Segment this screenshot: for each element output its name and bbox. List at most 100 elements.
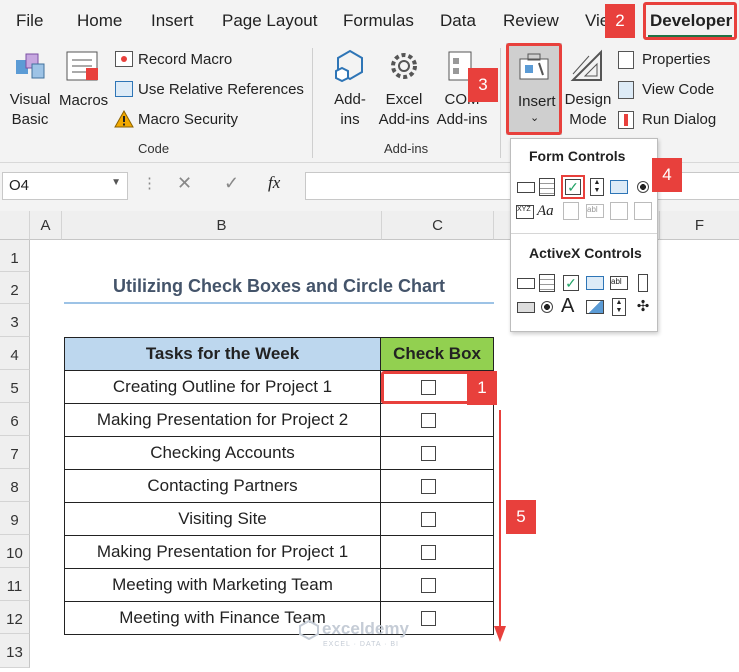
button-control-icon[interactable]	[515, 177, 535, 197]
list-box-icon[interactable]	[585, 273, 605, 293]
run-dialog-button[interactable]: Run Dialog	[642, 111, 716, 128]
task-cell[interactable]: Creating Outline for Project 1	[64, 370, 381, 404]
more-options-icon: ⋮	[142, 175, 157, 192]
first-checkbox-highlight	[381, 371, 473, 404]
row-header[interactable]: 3	[0, 304, 30, 337]
option-button-icon[interactable]	[537, 297, 557, 317]
visual-basic-line1: Visual	[9, 91, 51, 108]
task-checkbox[interactable]	[421, 611, 436, 626]
insert-function-button[interactable]: fx	[268, 173, 280, 193]
header-tasks: Tasks for the Week	[64, 337, 381, 371]
enter-icon[interactable]: ✓	[224, 173, 239, 194]
combo-drop-down-edit-control-icon[interactable]	[633, 201, 653, 221]
spin-button-control-icon[interactable]: ▲ ▼	[587, 177, 607, 197]
task-checkbox[interactable]	[421, 578, 436, 593]
activex-controls-heading: ActiveX Controls	[529, 245, 642, 261]
excel-add-ins-label[interactable]: Excel Add-ins	[376, 90, 432, 130]
task-checkbox[interactable]	[421, 479, 436, 494]
text-field-control-icon[interactable]: abl	[585, 201, 605, 221]
combo-box-icon[interactable]	[537, 273, 557, 293]
gear-icon[interactable]	[386, 48, 422, 84]
macros-label[interactable]: Macros	[59, 92, 108, 109]
row-header[interactable]: 7	[0, 436, 30, 469]
text-box-icon[interactable]: abl	[609, 273, 629, 293]
row-divider	[380, 502, 494, 503]
tab-home[interactable]: Home	[77, 11, 122, 31]
option-button-control-icon[interactable]	[633, 177, 653, 197]
label-icon[interactable]: A	[561, 295, 581, 317]
row-header[interactable]: 2	[0, 272, 30, 304]
step-badge-2: 2	[605, 4, 635, 38]
task-checkbox[interactable]	[421, 446, 436, 461]
name-box[interactable]: O4 ▼	[2, 172, 128, 200]
task-cell[interactable]: Checking Accounts	[64, 436, 381, 470]
task-cell[interactable]: Making Presentation for Project 2	[64, 403, 381, 437]
task-cell[interactable]: Meeting with Marketing Team	[64, 568, 381, 602]
label-control-icon[interactable]: Aa	[537, 201, 557, 221]
tab-page-layout[interactable]: Page Layout	[222, 11, 317, 31]
checkbox-control-icon[interactable]: ✓	[561, 175, 585, 199]
visual-basic-icon[interactable]	[12, 48, 48, 84]
tab-insert[interactable]: Insert	[151, 11, 194, 31]
image-icon[interactable]	[585, 297, 605, 317]
scroll-bar-icon[interactable]	[633, 273, 653, 293]
checkbox-icon[interactable]: ✓	[561, 273, 581, 293]
macro-security-button[interactable]: Macro Security	[138, 111, 238, 128]
tab-file[interactable]: File	[16, 11, 43, 31]
scroll-bar-control-icon[interactable]	[561, 201, 581, 221]
macros-icon[interactable]	[64, 48, 102, 84]
column-header-c[interactable]: C	[382, 211, 494, 240]
visual-basic-label[interactable]: Visual Basic	[6, 90, 54, 130]
select-all-corner[interactable]	[0, 211, 30, 240]
row-header[interactable]: 12	[0, 601, 30, 634]
row-header[interactable]: 4	[0, 337, 30, 370]
tab-data[interactable]: Data	[440, 11, 476, 31]
cancel-icon[interactable]: ✕	[177, 173, 192, 194]
command-button-icon[interactable]	[515, 273, 535, 293]
design-mode-icon[interactable]	[569, 48, 605, 84]
relative-references-button[interactable]: Use Relative References	[138, 81, 304, 98]
row-header[interactable]: 1	[0, 240, 30, 272]
column-header-b[interactable]: B	[62, 211, 382, 240]
row-header[interactable]: 5	[0, 370, 30, 403]
combo-box-control-icon[interactable]	[537, 177, 557, 197]
row-divider	[380, 601, 494, 602]
task-cell[interactable]: Making Presentation for Project 1	[64, 535, 381, 569]
tab-review[interactable]: Review	[503, 11, 559, 31]
exceldemy-logo-icon	[299, 619, 319, 641]
row-header[interactable]: 11	[0, 568, 30, 601]
group-box-control-icon[interactable]: XYZ	[515, 201, 535, 221]
row-header[interactable]: 13	[0, 634, 30, 668]
task-checkbox[interactable]	[421, 512, 436, 527]
tab-formulas[interactable]: Formulas	[343, 11, 414, 31]
design-mode-label[interactable]: Design Mode	[562, 90, 614, 130]
properties-button[interactable]: Properties	[642, 51, 710, 68]
toggle-button-icon[interactable]	[515, 297, 535, 317]
row-header[interactable]: 9	[0, 502, 30, 535]
column-header-f[interactable]: F	[660, 211, 739, 240]
task-checkbox[interactable]	[421, 545, 436, 560]
add-ins-label[interactable]: Add- ins	[330, 90, 370, 130]
record-macro-button[interactable]: Record Macro	[138, 51, 232, 68]
task-cell[interactable]: Contacting Partners	[64, 469, 381, 503]
row-header[interactable]: 6	[0, 403, 30, 436]
row-header[interactable]: 10	[0, 535, 30, 568]
row-header[interactable]: 8	[0, 469, 30, 502]
row-divider	[380, 436, 494, 437]
view-code-button[interactable]: View Code	[642, 81, 714, 98]
task-checkbox[interactable]	[421, 413, 436, 428]
spin-button-icon[interactable]: ▲ ▼	[609, 297, 629, 317]
task-cell[interactable]: Visiting Site	[64, 502, 381, 536]
group-label-code: Code	[138, 141, 170, 156]
excel-add-ins-line1: Excel	[385, 91, 423, 108]
more-controls-icon[interactable]: ✣	[633, 297, 653, 317]
run-dialog-icon	[618, 111, 634, 129]
add-ins-line1: Add-	[334, 91, 366, 108]
list-box-control-icon[interactable]	[609, 177, 629, 197]
column-header-a[interactable]: A	[30, 211, 62, 240]
row-divider	[380, 568, 494, 569]
chevron-down-icon[interactable]: ▼	[111, 177, 121, 188]
add-ins-icon[interactable]	[332, 48, 368, 84]
combo-list-edit-control-icon[interactable]	[609, 201, 629, 221]
warning-icon	[114, 109, 134, 128]
